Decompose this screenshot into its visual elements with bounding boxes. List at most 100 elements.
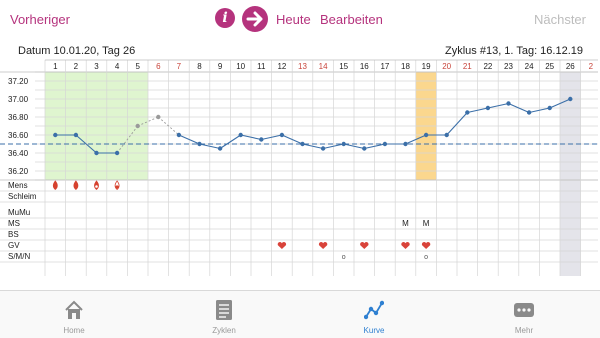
blood-drop-icon bbox=[114, 180, 120, 191]
heart-icon bbox=[318, 242, 328, 249]
day-header-label: 22 bbox=[483, 62, 492, 71]
info-icon[interactable]: i bbox=[215, 8, 235, 28]
temperature-point bbox=[73, 132, 79, 138]
row-label: Schleim bbox=[8, 192, 37, 201]
y-tick-label: 36.20 bbox=[8, 167, 29, 176]
home-icon bbox=[65, 300, 83, 319]
day-header-label: 4 bbox=[115, 62, 120, 71]
temperature-point bbox=[156, 114, 161, 120]
row-label: S/M/N bbox=[8, 252, 30, 261]
blood-drop-highlight bbox=[95, 185, 98, 188]
tab-curve-label: Kurve bbox=[363, 326, 385, 335]
heart-icon bbox=[277, 242, 287, 249]
day-header-label: 5 bbox=[135, 62, 140, 71]
blood-drop-icon bbox=[94, 180, 99, 191]
temperature-point bbox=[382, 141, 388, 147]
day-header-label: 12 bbox=[277, 62, 286, 71]
tab-cycles-label: Zyklen bbox=[212, 326, 236, 335]
temperature-point bbox=[320, 146, 326, 151]
temperature-point bbox=[279, 132, 285, 138]
day-header-label: 13 bbox=[298, 62, 307, 71]
tab-cycles[interactable]: Zyklen bbox=[184, 291, 264, 338]
y-tick-label: 36.80 bbox=[8, 113, 29, 122]
tab-curve[interactable]: Kurve bbox=[334, 291, 414, 338]
day-header-label: 2 bbox=[74, 62, 79, 71]
blood-drop-icon bbox=[52, 180, 58, 191]
temperature-point bbox=[300, 141, 305, 147]
tab-bar: Home Zyklen Kurve Mehr bbox=[0, 290, 600, 338]
day-header-label: 8 bbox=[197, 62, 202, 71]
ms-mark: M bbox=[402, 219, 409, 228]
blood-drop-icon bbox=[73, 180, 79, 191]
day-header-label: 18 bbox=[401, 62, 410, 71]
row-label: MuMu bbox=[8, 208, 30, 217]
temperature-point bbox=[259, 137, 264, 142]
day-header-label: 11 bbox=[257, 62, 266, 71]
today-arrow-icon[interactable] bbox=[242, 6, 268, 32]
blood-drop-highlight bbox=[115, 185, 119, 189]
temperature-point bbox=[114, 150, 120, 156]
blood-drop-shape bbox=[52, 180, 58, 191]
row-label: GV bbox=[8, 241, 20, 250]
day-header-label: 25 bbox=[545, 62, 554, 71]
cycle-label: Zyklus #13, 1. Tag: 16.12.19 bbox=[445, 45, 583, 57]
blood-drop-shape bbox=[73, 180, 79, 191]
tab-more-label: Mehr bbox=[514, 326, 534, 335]
more-icon bbox=[514, 303, 534, 317]
temperature-chart[interactable]: 1 2 3 4 5 6 7 8 9 10 11 12 13 14 15 16 17 18 19 20 21 22 23 24 2… bbox=[0, 58, 600, 290]
heart-icon bbox=[360, 242, 369, 249]
day-header-label: 2 bbox=[589, 62, 594, 71]
temperature-point bbox=[176, 132, 182, 138]
temperature-point bbox=[341, 141, 346, 147]
temperature-point bbox=[238, 132, 243, 138]
day-header-label: 15 bbox=[339, 62, 348, 71]
tab-more[interactable]: Mehr bbox=[484, 291, 564, 338]
day-header-label: 21 bbox=[463, 62, 472, 71]
today-button[interactable]: Heute bbox=[276, 12, 311, 27]
heart-icon bbox=[421, 242, 431, 249]
temperature-point bbox=[485, 105, 491, 111]
previous-cycle-button[interactable]: Vorheriger bbox=[10, 12, 70, 27]
temperature-point bbox=[197, 141, 202, 147]
next-cycle-button[interactable]: Nächster bbox=[534, 12, 586, 27]
cycle-info-bar: Datum 10.01.20, Tag 26 Zyklus #13, 1. Ta… bbox=[0, 40, 600, 60]
day-header-label: 7 bbox=[177, 62, 182, 71]
day-header-label: 19 bbox=[422, 62, 431, 71]
temperature-point bbox=[135, 123, 140, 129]
day-header-label: 23 bbox=[504, 62, 513, 71]
tab-home-label: Home bbox=[63, 326, 85, 335]
row-label: MS bbox=[8, 219, 20, 228]
row-label: BS bbox=[8, 230, 19, 239]
smn-mark: o bbox=[342, 254, 346, 261]
day-header-label: 20 bbox=[442, 62, 451, 71]
temperature-point bbox=[547, 105, 552, 111]
date-label: Datum 10.01.20, Tag 26 bbox=[18, 45, 136, 57]
y-tick-label: 36.60 bbox=[8, 131, 29, 140]
temperature-point bbox=[568, 96, 573, 102]
day-header-label: 9 bbox=[218, 62, 223, 71]
day-header-label: 1 bbox=[53, 62, 58, 71]
heart-icon bbox=[401, 242, 410, 249]
day-header-label: 24 bbox=[525, 62, 534, 71]
row-label: Mens bbox=[8, 181, 28, 190]
temperature-point bbox=[526, 110, 532, 115]
temperature-point bbox=[506, 101, 511, 106]
cycles-list-icon bbox=[216, 300, 232, 320]
edit-button[interactable]: Bearbeiten bbox=[320, 12, 383, 27]
day-header-label: 10 bbox=[236, 62, 245, 71]
curve-chart-icon bbox=[364, 300, 384, 320]
day-header-label: 17 bbox=[380, 62, 389, 71]
y-tick-label: 37.00 bbox=[8, 95, 29, 104]
temperature-point bbox=[94, 150, 99, 156]
temperature-point bbox=[403, 141, 408, 147]
day-header-label: 14 bbox=[319, 62, 328, 71]
day-header-label: 3 bbox=[94, 62, 99, 71]
smn-mark: o bbox=[424, 254, 428, 261]
tab-home[interactable]: Home bbox=[34, 291, 114, 338]
temperature-point bbox=[362, 146, 367, 151]
temperature-point bbox=[217, 146, 223, 151]
top-navigation: Vorheriger i Heute Bearbeiten Nächster bbox=[0, 0, 600, 40]
temperature-point bbox=[465, 110, 470, 115]
y-tick-label: 37.20 bbox=[8, 77, 29, 86]
temperature-point bbox=[444, 132, 449, 138]
